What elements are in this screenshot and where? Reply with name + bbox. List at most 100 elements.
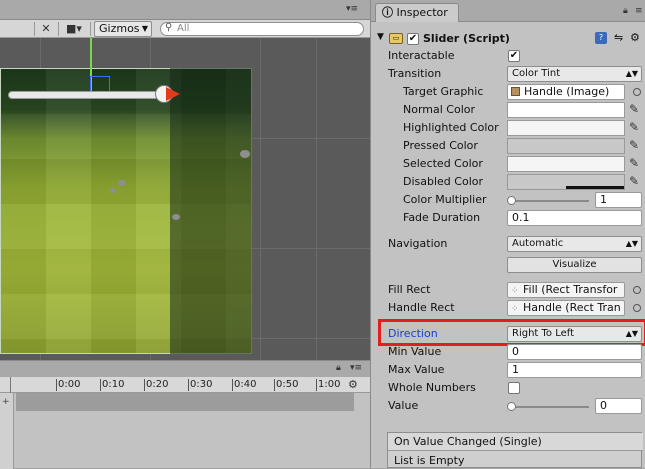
min-value-label: Min Value (388, 345, 442, 358)
move-arrow-icon[interactable] (166, 87, 180, 101)
highlighted-color-swatch[interactable] (507, 120, 625, 136)
gizmos-dropdown[interactable]: Gizmos ▼ (94, 21, 152, 37)
foldout-arrow-icon[interactable]: ▼ (377, 32, 384, 42)
fill-rect-field[interactable]: ⁘ Fill (Rect Transfor (507, 282, 625, 298)
tab-inspector[interactable]: ⓘ Inspector (375, 3, 459, 22)
visualize-button[interactable]: Visualize (507, 257, 642, 273)
alpha-bar (566, 186, 624, 189)
scene-panel: ▾≡ ✕ ■▾ Gizmos ▼ ⚲ All (0, 0, 370, 360)
rect-transform-icon: ⁘ (511, 286, 519, 296)
on-value-changed-event: On Value Changed (Single) List is Empty (387, 432, 643, 468)
slider-track[interactable] (8, 91, 174, 99)
transition-dropdown[interactable]: Color Tint ▲▼ (507, 66, 642, 82)
help-book-icon[interactable]: ? (595, 32, 607, 44)
lock-icon[interactable]: 🔒︎ (623, 6, 628, 16)
value-slider-thumb[interactable] (507, 402, 516, 411)
tick-label: 0:40 (234, 379, 257, 390)
fill-rect-label: Fill Rect (388, 283, 431, 296)
info-icon: ⓘ (382, 6, 393, 19)
preset-icon[interactable]: ⇋ (614, 31, 623, 44)
pressed-color-label: Pressed Color (403, 139, 478, 152)
inspector-panel: ⓘ Inspector 🔒︎ ≡ ▼ ▭ ✔ Slider (Script) ?… (370, 0, 645, 468)
object-picker-icon[interactable] (633, 88, 641, 96)
whole-numbers-checkbox[interactable] (508, 382, 520, 394)
scene-toolbar: ✕ ■▾ Gizmos ▼ ⚲ All (0, 20, 370, 38)
value-field[interactable]: 0 (595, 398, 642, 414)
tick-label: 0:20 (146, 379, 169, 390)
eyedropper-icon[interactable]: ✎ (629, 119, 639, 135)
color-multiplier-slider-track[interactable] (511, 200, 589, 202)
navigation-label: Navigation (388, 237, 448, 250)
ruler-start (10, 377, 11, 393)
direction-dropdown[interactable]: Right To Left ▲▼ (507, 326, 642, 342)
eyedropper-icon[interactable]: ✎ (629, 101, 639, 117)
color-multiplier-label: Color Multiplier (403, 193, 487, 206)
script-icon: ▭ (389, 33, 403, 44)
min-value-field[interactable]: 0 (507, 344, 642, 360)
tick-mark (316, 379, 317, 391)
tick-mark (232, 379, 233, 391)
tick-mark (274, 379, 275, 391)
scene-view[interactable] (0, 38, 370, 360)
panel-menu-icon[interactable]: ▾≡ (350, 363, 362, 373)
rock (110, 188, 116, 193)
tick-mark (100, 379, 101, 391)
search-icon: ⚲ (165, 22, 173, 33)
normal-color-swatch[interactable] (507, 102, 625, 118)
gear-icon[interactable]: ⚙ (348, 378, 358, 391)
handle-rect-field[interactable]: ⁘ Handle (Rect Tran (507, 300, 625, 316)
navigation-dropdown[interactable]: Automatic ▲▼ (507, 236, 642, 252)
rock (172, 214, 180, 220)
add-property-icon[interactable]: + (2, 397, 10, 407)
timeline-track[interactable] (16, 393, 354, 411)
panel-menu-icon[interactable]: ▾≡ (346, 4, 358, 14)
toolbar-separator (90, 22, 91, 36)
direction-value: Right To Left (512, 328, 575, 339)
eyedropper-icon[interactable]: ✎ (629, 173, 639, 189)
normal-color-label: Normal Color (403, 103, 476, 116)
event-empty-text: List is Empty (394, 454, 465, 467)
target-graphic-field[interactable]: Handle (Image) (507, 84, 625, 100)
tick-mark (188, 379, 189, 391)
gizmos-label: Gizmos (99, 22, 140, 35)
eyedropper-icon[interactable]: ✎ (629, 155, 639, 171)
rock (118, 180, 126, 186)
component-header[interactable]: ▼ ▭ ✔ Slider (Script) ? ⇋ ⚙ (371, 30, 645, 48)
tick-label: 0:00 (58, 379, 81, 390)
interactable-label: Interactable (388, 49, 455, 62)
max-value-field[interactable]: 1 (507, 362, 642, 378)
scene-search-input[interactable]: ⚲ All (160, 22, 364, 36)
canvas-shadow (170, 68, 252, 354)
color-multiplier-field[interactable]: 1 (595, 192, 642, 208)
transition-value: Color Tint (512, 68, 561, 79)
lock-icon[interactable]: 🔒︎ (336, 363, 341, 373)
animation-panel: 🔒︎ ▾≡ 0:00 0:10 0:20 0:30 0:40 0:50 1:00… (0, 360, 370, 469)
handle-rect-value: Handle (Rect Tran (523, 301, 621, 314)
direction-label: Direction (388, 327, 438, 340)
handle-rect-label: Handle Rect (388, 301, 455, 314)
object-picker-icon[interactable] (633, 304, 641, 312)
animation-tab-bar: 🔒︎ ▾≡ (0, 361, 370, 377)
whole-numbers-label: Whole Numbers (388, 381, 476, 394)
grid-line (260, 38, 261, 360)
panel-menu-icon[interactable]: ≡ (635, 6, 643, 16)
tick-label: 1:00 (318, 379, 341, 390)
grid-line (316, 38, 317, 360)
value-slider-track[interactable] (511, 406, 589, 408)
effects-tools-icon[interactable]: ✕ (38, 22, 54, 36)
toolbar-separator (34, 22, 35, 36)
gear-icon[interactable]: ⚙ (630, 31, 640, 44)
camera-icon[interactable]: ■▾ (62, 22, 86, 36)
tick-mark (56, 379, 57, 391)
selected-color-swatch[interactable] (507, 156, 625, 172)
fade-duration-label: Fade Duration (403, 211, 481, 224)
pressed-color-swatch[interactable] (507, 138, 625, 154)
disabled-color-swatch[interactable] (507, 174, 625, 190)
scene-tab-bar: ▾≡ (0, 0, 370, 20)
component-enabled-checkbox[interactable]: ✔ (407, 33, 419, 45)
object-picker-icon[interactable] (633, 286, 641, 294)
color-multiplier-slider-thumb[interactable] (507, 196, 516, 205)
eyedropper-icon[interactable]: ✎ (629, 137, 639, 153)
fade-duration-field[interactable]: 0.1 (507, 210, 642, 226)
interactable-checkbox[interactable]: ✔ (508, 50, 520, 62)
